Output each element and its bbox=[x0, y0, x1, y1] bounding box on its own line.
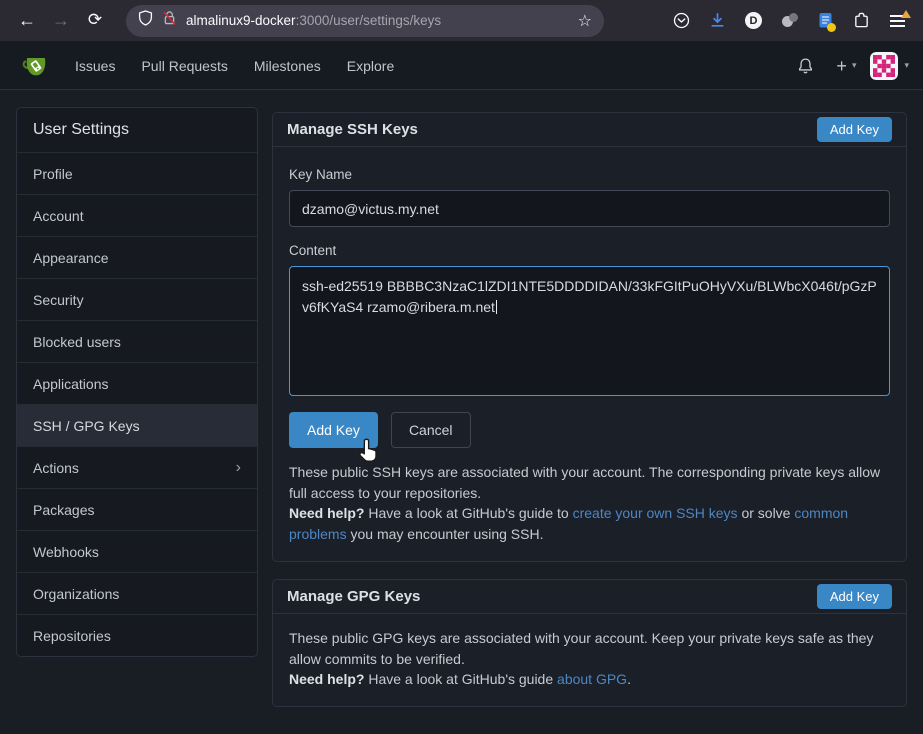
sidebar-item-webhooks[interactable]: Webhooks bbox=[17, 530, 257, 572]
browser-toolbar: ← → ⟳ almalinux9-docker:3000/user/settin… bbox=[0, 0, 923, 42]
ssh-content-textarea[interactable]: ssh-ed25519 BBBBC3NzaC1lZDI1NTE5DDDDIDAN… bbox=[289, 266, 890, 396]
extension-gray-icon[interactable] bbox=[774, 6, 805, 36]
about-gpg-link[interactable]: about GPG bbox=[557, 671, 627, 687]
sidebar-item-blocked-users[interactable]: Blocked users bbox=[17, 320, 257, 362]
nav-link-issues[interactable]: Issues bbox=[62, 42, 128, 90]
url-bar[interactable]: almalinux9-docker:3000/user/settings/key… bbox=[126, 5, 604, 37]
ssh-add-key-header-button[interactable]: Add Key bbox=[817, 117, 892, 142]
url-text: almalinux9-docker:3000/user/settings/key… bbox=[186, 13, 569, 28]
gpg-panel-body: These public GPG keys are associated wit… bbox=[273, 614, 906, 706]
nav-link-pull-requests[interactable]: Pull Requests bbox=[128, 42, 240, 90]
app-menu-icon[interactable] bbox=[882, 6, 913, 36]
sidebar-item-organizations[interactable]: Organizations bbox=[17, 572, 257, 614]
need-help-label: Need help? bbox=[289, 671, 364, 687]
site-navbar: Issues Pull Requests Milestones Explore … bbox=[0, 42, 923, 90]
add-key-submit-button[interactable]: Add Key bbox=[289, 412, 378, 448]
insecure-lock-icon[interactable] bbox=[162, 10, 177, 31]
gpg-panel-header: Manage GPG Keys Add Key bbox=[273, 580, 906, 614]
sidebar-item-profile[interactable]: Profile bbox=[17, 152, 257, 194]
downloads-icon[interactable] bbox=[702, 6, 733, 36]
extension-puzzle-icon[interactable] bbox=[846, 6, 877, 36]
bookmark-star-icon[interactable]: ☆ bbox=[578, 11, 592, 31]
gpg-panel-title: Manage GPG Keys bbox=[287, 588, 420, 605]
forward-icon: → bbox=[44, 5, 78, 37]
text-cursor bbox=[496, 300, 497, 314]
sidebar-item-applications[interactable]: Applications bbox=[17, 362, 257, 404]
chevron-down-icon: ▾ bbox=[904, 60, 909, 71]
tracking-shield-icon[interactable] bbox=[138, 10, 153, 31]
settings-page: User Settings Profile Account Appearance… bbox=[0, 90, 923, 734]
save-page-icon[interactable] bbox=[810, 6, 841, 36]
sidebar-item-account[interactable]: Account bbox=[17, 194, 257, 236]
sidebar-item-ssh-gpg-keys[interactable]: SSH / GPG Keys bbox=[17, 404, 257, 446]
content-label: Content bbox=[289, 243, 890, 258]
sidebar-item-repositories[interactable]: Repositories bbox=[17, 614, 257, 656]
user-menu-dropdown[interactable]: ▾ bbox=[870, 52, 909, 80]
sidebar-item-packages[interactable]: Packages bbox=[17, 488, 257, 530]
url-path: :3000/user/settings/keys bbox=[296, 13, 442, 28]
cancel-button[interactable]: Cancel bbox=[391, 412, 471, 448]
ssh-keys-panel: Manage SSH Keys Add Key Key Name Content… bbox=[272, 112, 907, 562]
back-icon[interactable]: ← bbox=[10, 5, 44, 37]
ssh-form-buttons: Add Key Cancel bbox=[289, 412, 890, 448]
key-name-label: Key Name bbox=[289, 167, 890, 182]
pocket-icon[interactable] bbox=[666, 6, 697, 36]
url-domain: almalinux9-docker bbox=[186, 13, 296, 28]
ssh-help-text: These public SSH keys are associated wit… bbox=[289, 462, 890, 545]
reload-icon[interactable]: ⟳ bbox=[78, 5, 112, 37]
extension-d-icon[interactable]: D bbox=[738, 6, 769, 36]
sidebar-title: User Settings bbox=[17, 108, 257, 152]
avatar[interactable] bbox=[870, 52, 898, 80]
plus-icon: + bbox=[836, 57, 847, 75]
application-window: ← → ⟳ almalinux9-docker:3000/user/settin… bbox=[0, 0, 923, 734]
ssh-panel-title: Manage SSH Keys bbox=[287, 121, 418, 138]
nav-link-milestones[interactable]: Milestones bbox=[241, 42, 334, 90]
sidebar-item-appearance[interactable]: Appearance bbox=[17, 236, 257, 278]
gpg-add-key-header-button[interactable]: Add Key bbox=[817, 584, 892, 609]
sidebar-item-security[interactable]: Security bbox=[17, 278, 257, 320]
chevron-down-icon: ▾ bbox=[852, 60, 857, 71]
settings-sidebar: User Settings Profile Account Appearance… bbox=[16, 107, 258, 657]
create-new-dropdown[interactable]: + ▾ bbox=[836, 57, 856, 75]
navbar-right: + ▾ ▾ bbox=[788, 52, 909, 80]
ssh-panel-header: Manage SSH Keys Add Key bbox=[273, 113, 906, 147]
notifications-bell-icon[interactable] bbox=[788, 57, 822, 75]
sidebar-item-actions[interactable]: Actions › bbox=[17, 446, 257, 488]
create-ssh-keys-link[interactable]: create your own SSH keys bbox=[573, 505, 738, 521]
ssh-panel-body: Key Name Content ssh-ed25519 BBBBC3NzaC1… bbox=[273, 147, 906, 561]
gpg-help-text: These public GPG keys are associated wit… bbox=[289, 628, 890, 690]
key-name-input[interactable] bbox=[289, 190, 890, 227]
settings-main: Manage SSH Keys Add Key Key Name Content… bbox=[272, 112, 907, 707]
chevron-right-icon: › bbox=[236, 460, 241, 476]
gpg-keys-panel: Manage GPG Keys Add Key These public GPG… bbox=[272, 579, 907, 707]
update-badge bbox=[901, 10, 911, 18]
gitea-logo-icon[interactable] bbox=[20, 51, 52, 81]
toolbar-extensions-area: D bbox=[666, 6, 913, 36]
nav-link-explore[interactable]: Explore bbox=[334, 42, 407, 90]
need-help-label: Need help? bbox=[289, 505, 364, 521]
